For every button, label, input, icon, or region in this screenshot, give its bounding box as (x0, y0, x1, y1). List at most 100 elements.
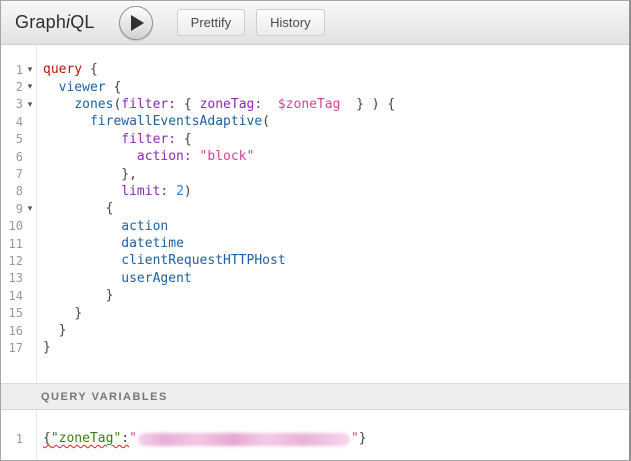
code-text: userAgent (37, 271, 192, 286)
code-line[interactable]: 17} (1, 339, 629, 356)
token-plain (43, 323, 59, 338)
code-text: {"zoneTag":""} (37, 431, 367, 446)
line-number: 11 (1, 237, 23, 251)
logo-text-graph: Graph (15, 12, 66, 32)
code-line[interactable]: 6 action: "block" (1, 148, 629, 165)
token-plain (43, 114, 90, 129)
token-punct: } (359, 431, 367, 446)
code-text: } (37, 288, 113, 303)
fold-arrow-icon[interactable]: ▾ (23, 96, 37, 113)
line-number: 5 (1, 132, 23, 146)
graphiql-logo: GraphiQL (15, 12, 95, 33)
query-variables-header: QUERY VARIABLES (1, 383, 629, 410)
prettify-button[interactable]: Prettify (177, 9, 245, 36)
code-line[interactable]: 2▾ viewer { (1, 78, 629, 95)
code-line[interactable]: 11 datetime (1, 235, 629, 252)
code-line[interactable]: 1 {"zoneTag":""} (1, 430, 629, 447)
token-attr: filter: (121, 97, 176, 112)
redacted-value (138, 433, 350, 446)
code-line[interactable]: 5 filter: { (1, 131, 629, 148)
code-line[interactable]: 12 clientRequestHTTPHost (1, 252, 629, 269)
line-number: 1 (1, 432, 23, 446)
line-number: 3 (1, 97, 23, 111)
logo-text-ql: QL (70, 12, 94, 32)
token-plain (168, 184, 176, 199)
code-text: clientRequestHTTPHost (37, 253, 286, 268)
code-text: datetime (37, 236, 184, 251)
token-attr: filter: (121, 132, 176, 147)
token-str: "block" (200, 149, 255, 164)
token-plain (43, 219, 121, 234)
line-number: 7 (1, 167, 23, 181)
token-plain (43, 236, 121, 251)
graphiql-window: GraphiQL Prettify History 1▾query {2▾ vi… (0, 0, 631, 461)
token-var: $zoneTag (278, 97, 341, 112)
fold-arrow-icon[interactable]: ▾ (23, 61, 37, 78)
query-variables-title: QUERY VARIABLES (41, 391, 168, 403)
fold-arrow-icon[interactable]: ▾ (23, 78, 37, 95)
token-plain (43, 306, 74, 321)
token-attr: zoneTag: (200, 97, 263, 112)
code-text: query { (37, 62, 98, 77)
code-text: zones(filter: { zoneTag: $zoneTag } ) { (37, 97, 395, 112)
code-text: } (37, 323, 66, 338)
token-plain (43, 271, 121, 286)
line-number: 16 (1, 324, 23, 338)
token-punct: : (121, 431, 129, 446)
code-line[interactable]: 8 limit: 2) (1, 183, 629, 200)
token-punct: }, (121, 167, 137, 182)
code-line[interactable]: 9▾ { (1, 200, 629, 217)
token-kw: query (43, 62, 82, 77)
token-prop: firewallEventsAdaptive (90, 114, 262, 129)
code-text: viewer { (37, 80, 121, 95)
history-button[interactable]: History (256, 9, 324, 36)
variables-editor[interactable]: 1 {"zoneTag":""} (1, 410, 629, 459)
code-line[interactable]: 1▾query { (1, 61, 629, 78)
line-number: 17 (1, 341, 23, 355)
line-number: 12 (1, 254, 23, 268)
line-number: 2 (1, 80, 23, 94)
code-line[interactable]: 4 firewallEventsAdaptive( (1, 113, 629, 130)
code-text: firewallEventsAdaptive( (37, 114, 270, 129)
token-plain (43, 167, 121, 182)
query-editor[interactable]: 1▾query {2▾ viewer {3▾ zones(filter: { z… (1, 45, 629, 383)
token-punct: } (106, 288, 114, 303)
line-number: 1 (1, 63, 23, 77)
token-plain (43, 288, 106, 303)
token-punct: } (43, 340, 51, 355)
token-plain (192, 149, 200, 164)
token-json_key: "zoneTag" (51, 431, 121, 446)
line-number: 9 (1, 202, 23, 216)
token-punct: { (82, 62, 98, 77)
token-prop: zones (74, 97, 113, 112)
code-line[interactable]: 16 } (1, 322, 629, 339)
code-line[interactable]: 15 } (1, 304, 629, 321)
code-text: } (37, 340, 51, 355)
token-plain (43, 149, 137, 164)
code-line[interactable]: 14 } (1, 287, 629, 304)
token-str: " (129, 431, 137, 446)
code-line[interactable]: 13 userAgent (1, 270, 629, 287)
code-text: action: "block" (37, 149, 254, 164)
token-prop: clientRequestHTTPHost (121, 253, 285, 268)
token-prop: datetime (121, 236, 184, 251)
code-line[interactable]: 7 }, (1, 165, 629, 182)
line-number: 10 (1, 219, 23, 233)
toolbar: GraphiQL Prettify History (1, 1, 629, 45)
execute-query-button[interactable] (119, 6, 153, 40)
token-prop: userAgent (121, 271, 191, 286)
fold-arrow-icon[interactable]: ▾ (23, 200, 37, 217)
token-prop: viewer (59, 80, 106, 95)
code-text: limit: 2) (37, 184, 192, 199)
token-punct: } (74, 306, 82, 321)
line-number: 6 (1, 150, 23, 164)
play-icon (131, 15, 144, 31)
code-line[interactable]: 3▾ zones(filter: { zoneTag: $zoneTag } )… (1, 96, 629, 113)
token-punct: { (176, 97, 199, 112)
code-line[interactable]: 10 action (1, 218, 629, 235)
token-punct: } (59, 323, 67, 338)
code-text: } (37, 306, 82, 321)
line-number: 8 (1, 184, 23, 198)
token-punct: ( (262, 114, 270, 129)
token-plain (262, 97, 278, 112)
